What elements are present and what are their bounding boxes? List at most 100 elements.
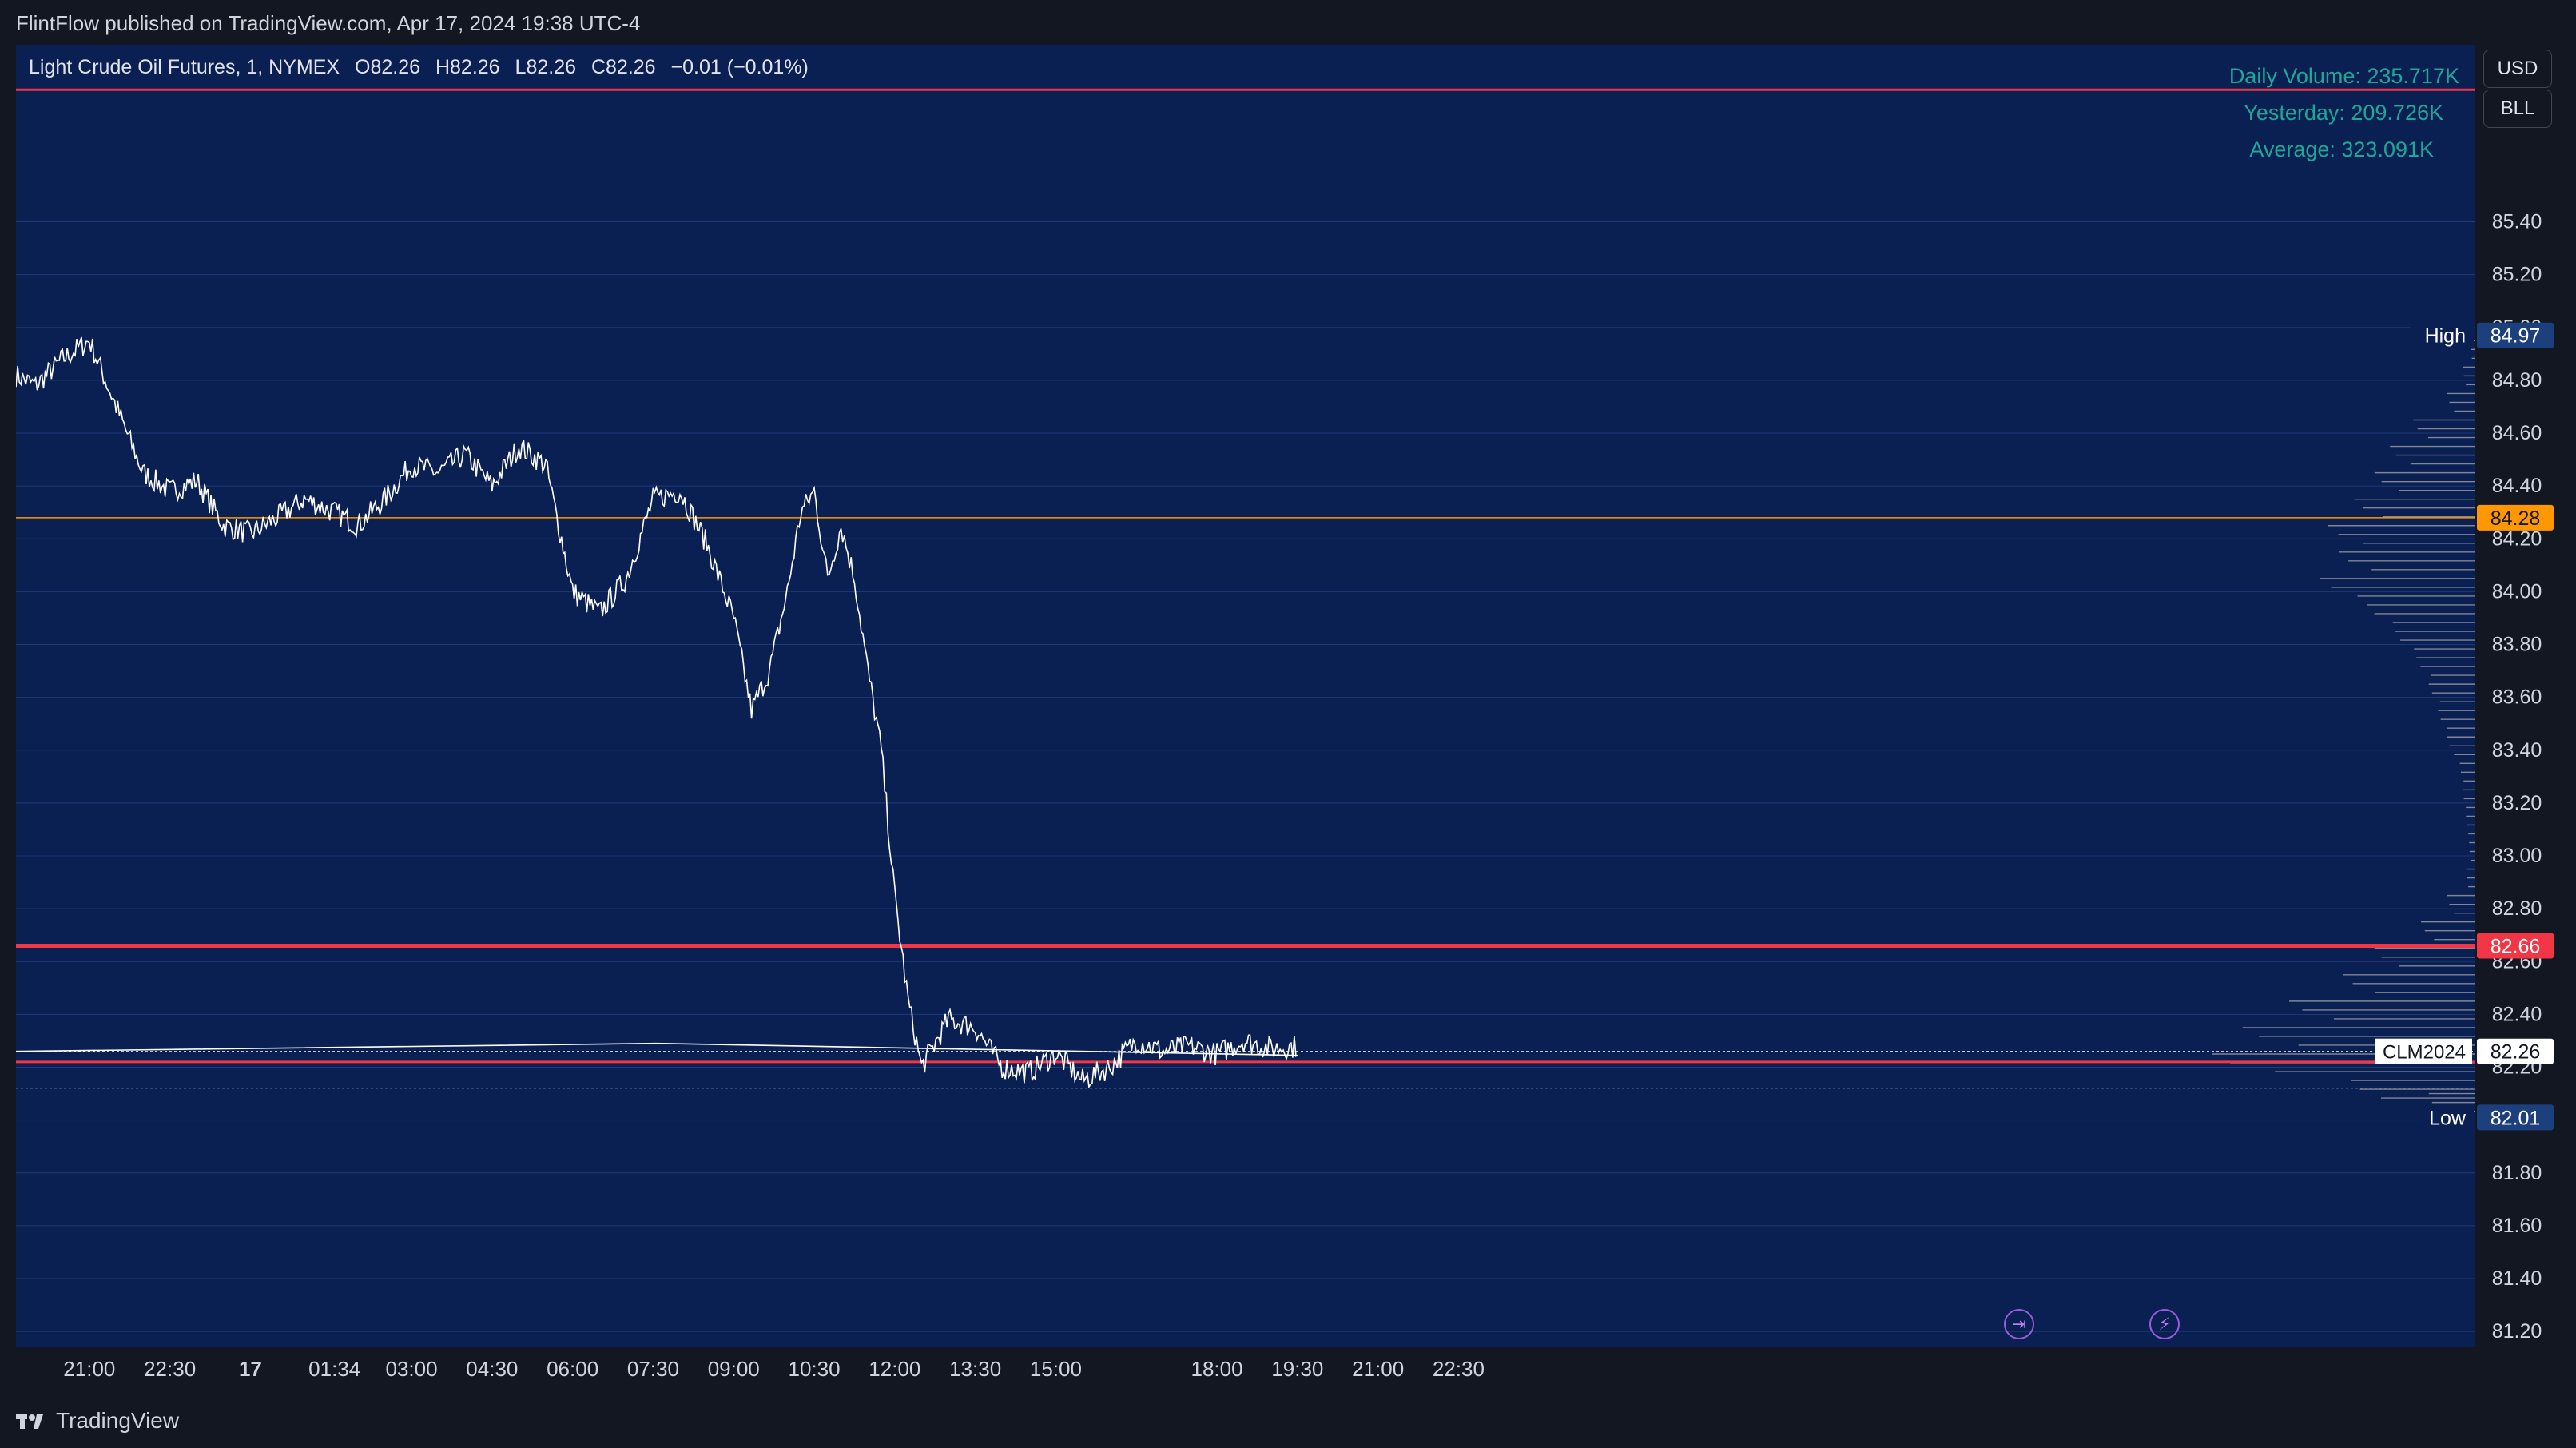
level-price-tag: 84.28 <box>2477 504 2554 531</box>
time-tick-label: 04:30 <box>466 1357 518 1381</box>
volume-profile-bin <box>2463 789 2475 809</box>
volume-profile-bin <box>2428 683 2475 702</box>
price-tick-label: 83.60 <box>2492 686 2542 709</box>
volume-profile-bin <box>2289 1000 2475 1020</box>
time-tick-label: 03:00 <box>386 1357 438 1381</box>
volume-profile-bin <box>2463 366 2475 386</box>
volume-profile-bin <box>2339 551 2475 571</box>
price-series-line <box>16 336 1298 1089</box>
daily-volume: Daily Volume: 235.717K <box>2228 64 2459 88</box>
volume-profile-bin <box>2466 868 2475 888</box>
time-tick-label: 17 <box>239 1357 262 1381</box>
tradingview-brand[interactable]: TradingView <box>16 1408 179 1434</box>
volume-profile-bin <box>2447 392 2475 412</box>
volume-profile-bin <box>2367 604 2475 623</box>
symbol-legend: Light Crude Oil Futures, 1, NYMEX O82.26… <box>29 56 818 79</box>
price-tick-label: 83.40 <box>2492 739 2542 762</box>
price-tick-label: 83.80 <box>2492 634 2542 656</box>
legend-symbol: Light Crude Oil Futures, 1, NYMEX <box>29 56 340 78</box>
high-price-tag-text: 84.97 <box>2491 325 2541 348</box>
time-tick-label: 21:00 <box>63 1357 115 1381</box>
level-price-tag: 82.26 <box>2477 1038 2554 1064</box>
average-volume: Average: 323.091K <box>2249 137 2434 161</box>
volume-profile-bin <box>2320 578 2475 597</box>
time-tick-label: 09:00 <box>708 1357 760 1381</box>
price-tick-label: 83.20 <box>2492 792 2542 814</box>
time-tick-label: 12:00 <box>869 1357 920 1381</box>
unit-button[interactable]: BLL <box>2483 90 2552 128</box>
price-tick-label: 81.60 <box>2492 1215 2542 1237</box>
price-axis[interactable]: 85.4085.2085.0084.8084.6084.4084.2084.00… <box>2475 45 2560 1347</box>
volume-profile-bin <box>2395 631 2475 650</box>
symbol-level-label-text: CLM2024 <box>2383 1042 2466 1064</box>
time-tick-label: 15:00 <box>1030 1357 1082 1381</box>
low-price-tag-text: 82.01 <box>2491 1107 2541 1129</box>
time-tick-label: 10:30 <box>789 1357 841 1381</box>
time-tick-label: 22:30 <box>1433 1357 1485 1381</box>
volume-profile-bin <box>2374 948 2475 967</box>
high-label-text: High <box>2425 325 2466 348</box>
time-tick-label: 01:34 <box>308 1357 360 1381</box>
volume-profile-bin <box>2466 815 2475 835</box>
price-axis-labels: 85.4085.2085.0084.8084.6084.4084.2084.00… <box>2477 211 2554 1343</box>
price-tick-label: 85.40 <box>2492 211 2542 233</box>
legend-high: H82.26 <box>435 56 500 78</box>
yesterday-volume: Yesterday: 209.726K <box>2244 101 2443 125</box>
low-label: Low <box>2422 1104 2474 1131</box>
time-tick-label: 07:30 <box>627 1357 679 1381</box>
price-tick-label: 82.40 <box>2492 1003 2542 1025</box>
currency-button[interactable]: USD <box>2483 50 2552 88</box>
volume-profile-bin <box>2416 657 2475 676</box>
price-tick-label: 81.80 <box>2492 1162 2542 1184</box>
high-price-tag: 84.97 <box>2477 322 2554 348</box>
price-tick-label: 84.00 <box>2492 580 2542 603</box>
publish-header: FlintFlow published on TradingView.com, … <box>0 0 2576 48</box>
low-price-tag: 82.01 <box>2477 1104 2554 1131</box>
time-tick-label: 21:00 <box>1352 1357 1404 1381</box>
price-tick-label: 81.40 <box>2492 1267 2542 1290</box>
price-tick-label: 84.40 <box>2492 475 2542 497</box>
volume-profile-bin <box>2351 1080 2475 1099</box>
time-tick-label: 19:30 <box>1271 1357 1323 1381</box>
legend-change: −0.01 (−0.01%) <box>670 56 809 78</box>
tradingview-logo-icon <box>16 1414 43 1429</box>
time-axis[interactable]: 21:00 22:30 17 01:34 03:00 04:30 06:00 07:30 09:… <box>16 1347 2560 1392</box>
volume-profile-bin <box>2447 894 2475 914</box>
legend-low: L82.26 <box>515 56 577 78</box>
price-chart[interactable]: High Low CLM2024 <box>16 45 2475 1347</box>
high-label: High <box>2410 322 2474 348</box>
price-tick-label: 84.80 <box>2492 369 2542 392</box>
volume-profile-bin <box>2459 762 2475 782</box>
volume-profile-bin <box>2343 974 2475 993</box>
price-tick-label: 83.00 <box>2492 845 2542 867</box>
legend-close: C82.26 <box>590 56 656 78</box>
volume-profile-bin <box>2374 471 2475 491</box>
low-label-text: Low <box>2429 1107 2467 1129</box>
price-tick-label: 81.20 <box>2492 1320 2542 1343</box>
volume-profile-bin <box>2413 419 2475 439</box>
earnings-flash-icon[interactable]: ⚡ <box>2149 1309 2180 1339</box>
volume-profile-bin <box>2447 736 2475 755</box>
level-price-tag-text: 82.26 <box>2491 1041 2541 1064</box>
volume-profile-bin <box>2438 710 2475 729</box>
time-tick-label: 22:30 <box>144 1357 196 1381</box>
level-price-tag-text: 82.66 <box>2491 935 2541 957</box>
time-tick-label: 13:30 <box>949 1357 1001 1381</box>
price-tick-label: 84.20 <box>2492 527 2542 550</box>
legend-open: O82.26 <box>355 56 421 78</box>
time-tick-label: 06:00 <box>547 1357 598 1381</box>
volume-profile-bin <box>2469 841 2475 861</box>
symbol-level-label: CLM2024 <box>2375 1038 2472 1064</box>
price-tick-label: 85.20 <box>2492 264 2542 286</box>
volume-profile-bin <box>2354 498 2475 518</box>
price-tick-label: 82.80 <box>2492 897 2542 920</box>
publish-info: FlintFlow published on TradingView.com, … <box>16 11 641 35</box>
economic-event-icon[interactable]: ⇥ <box>2004 1309 2034 1339</box>
chart-area[interactable]: High Low CLM2024 Light Crude Oil Futures, … <box>16 45 2475 1347</box>
brand-name: TradingView <box>56 1408 180 1433</box>
level-price-tag: 82.66 <box>2477 933 2554 959</box>
time-tick-label: 18:00 <box>1191 1357 1243 1381</box>
level-price-tag-text: 84.28 <box>2491 507 2541 530</box>
volume-profile-bin <box>2421 921 2475 941</box>
volume-profile-bin <box>2390 445 2475 465</box>
